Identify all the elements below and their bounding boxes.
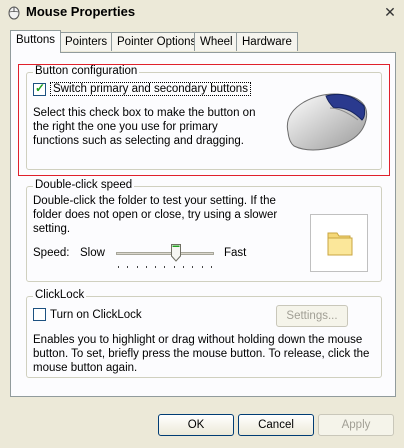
- tab-wheel[interactable]: Wheel: [194, 32, 239, 51]
- clicklock-row[interactable]: Turn on ClickLock: [33, 308, 142, 321]
- mouse-illustration-icon: [286, 93, 368, 151]
- cancel-button[interactable]: Cancel: [238, 414, 314, 436]
- slider-tick: [192, 266, 194, 268]
- double-click-description: Double-click the folder to test your set…: [33, 195, 278, 235]
- slider-tick: [173, 266, 175, 268]
- folder-icon[interactable]: [326, 227, 354, 259]
- mouse-icon: [8, 6, 20, 20]
- speed-slider-track[interactable]: [116, 252, 214, 255]
- window-title: Mouse Properties: [26, 4, 136, 19]
- double-click-title: Double-click speed: [33, 179, 135, 191]
- title-bar[interactable]: Mouse Properties ✕: [0, 0, 404, 24]
- slow-label: Slow: [80, 247, 105, 259]
- slider-tick: [136, 266, 138, 268]
- close-icon[interactable]: ✕: [382, 4, 398, 20]
- slider-tick: [118, 266, 119, 268]
- slider-tick: [210, 266, 212, 268]
- clicklock-description: Enables you to highlight or drag without…: [33, 334, 370, 374]
- test-folder-box[interactable]: [310, 214, 368, 272]
- apply-button[interactable]: Apply: [318, 414, 394, 436]
- tab-strip: Buttons Pointers Pointer Options Wheel H…: [10, 30, 394, 53]
- swap-buttons-checkbox[interactable]: ✓: [33, 80, 46, 96]
- slider-tick: [201, 266, 203, 268]
- tab-pointers[interactable]: Pointers: [59, 32, 114, 51]
- fast-label: Fast: [224, 247, 247, 259]
- button-config-title: Button configuration: [33, 65, 140, 77]
- clicklock-label[interactable]: Turn on ClickLock: [50, 309, 142, 321]
- clicklock-checkbox[interactable]: [33, 308, 46, 321]
- tab-buttons[interactable]: Buttons: [10, 30, 61, 53]
- swap-buttons-row[interactable]: ✓ Switch primary and secondary buttons: [33, 80, 251, 96]
- ok-button[interactable]: OK: [158, 414, 234, 436]
- slider-tick: [127, 266, 129, 268]
- slider-tick: [183, 266, 185, 268]
- slider-tick: [164, 266, 166, 268]
- checkmark-icon: ✓: [35, 80, 46, 95]
- button-config-description: Select this check box to make the button…: [33, 107, 256, 147]
- slider-tick: [145, 266, 147, 268]
- clicklock-title: ClickLock: [33, 289, 87, 301]
- tab-pointer-options[interactable]: Pointer Options: [111, 32, 203, 51]
- swap-buttons-label[interactable]: Switch primary and secondary buttons: [50, 82, 251, 96]
- speed-slider-ticks: [118, 266, 212, 269]
- tab-hardware[interactable]: Hardware: [236, 32, 298, 51]
- slider-tick: [155, 266, 157, 268]
- speed-slider-thumb[interactable]: [171, 244, 181, 262]
- mouse-properties-window: Mouse Properties ✕ Buttons Pointers Poin…: [0, 0, 404, 448]
- speed-label: Speed:: [33, 247, 70, 259]
- clicklock-settings-button[interactable]: Settings...: [276, 305, 348, 327]
